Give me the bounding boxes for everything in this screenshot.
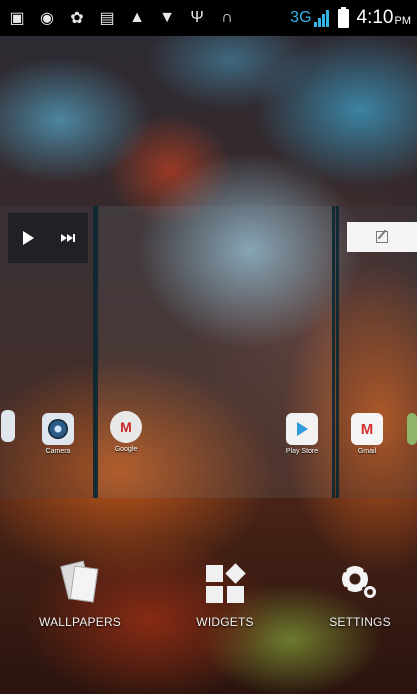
widgets-label: WIDGETS: [196, 615, 254, 629]
wallpapers-icon: [60, 559, 100, 605]
clock: 4:10: [356, 7, 394, 28]
clock-ampm: PM: [394, 15, 412, 27]
app-partial-right-icon: [407, 413, 417, 445]
app-label: Play Store: [285, 448, 319, 455]
app-partial-right[interactable]: [406, 413, 417, 445]
settings-label: SETTINGS: [329, 615, 391, 629]
play-store-icon: [286, 413, 318, 445]
app-label: Gmail: [357, 448, 377, 455]
app-partial-left[interactable]: [0, 410, 18, 442]
usb-icon: Ψ: [190, 9, 204, 26]
headset-icon: ∩: [221, 9, 233, 26]
music-play-button[interactable]: [8, 213, 48, 263]
home-screen-edit-mode: ▣ ◉ ✿ ▤ ▲ ▼ Ψ ∩ 3G 4:10 PM Camera M Goog…: [0, 0, 417, 694]
app-icon: ✿: [70, 10, 84, 27]
app-play-store[interactable]: Play Store: [279, 413, 325, 455]
status-bar[interactable]: ▣ ◉ ✿ ▤ ▲ ▼ Ψ ∩ 3G 4:10 PM: [0, 0, 417, 36]
next-icon: [61, 234, 75, 242]
music-next-button[interactable]: [48, 213, 88, 263]
google-icon: M: [110, 411, 142, 443]
voicemail-icon: ◉: [40, 10, 54, 27]
status-bar-right: 3G 4:10 PM: [290, 6, 412, 29]
sim-icon: ▤: [99, 10, 115, 27]
play-icon: [22, 231, 34, 245]
app-gmail[interactable]: M Gmail: [344, 413, 390, 455]
widgets-icon: [206, 563, 246, 603]
music-widget: [8, 213, 88, 263]
app-label: Camera: [45, 448, 71, 455]
wifi-icon: ▼: [159, 9, 175, 26]
wallpapers-label: WALLPAPERS: [38, 615, 122, 629]
network-type: 3G: [290, 9, 312, 26]
settings-gear-icon: [340, 562, 380, 602]
gmail-icon: M: [351, 413, 383, 445]
widgets-button[interactable]: WIDGETS: [165, 553, 285, 629]
app-label: Google: [114, 446, 138, 453]
notification-icon: ▣: [9, 10, 25, 27]
wallpapers-button[interactable]: WALLPAPERS: [20, 553, 140, 629]
app-camera[interactable]: Camera: [35, 413, 81, 455]
app-google[interactable]: M Google: [103, 411, 149, 453]
settings-button[interactable]: SETTINGS: [300, 553, 417, 629]
camera-icon: [42, 413, 74, 445]
signal-icon: [313, 9, 330, 27]
warning-icon: ▲: [129, 9, 145, 26]
edit-note-icon: [376, 231, 388, 243]
note-widget[interactable]: [347, 222, 417, 252]
battery-icon: [337, 6, 349, 28]
app-partial-left-icon: [1, 410, 15, 442]
